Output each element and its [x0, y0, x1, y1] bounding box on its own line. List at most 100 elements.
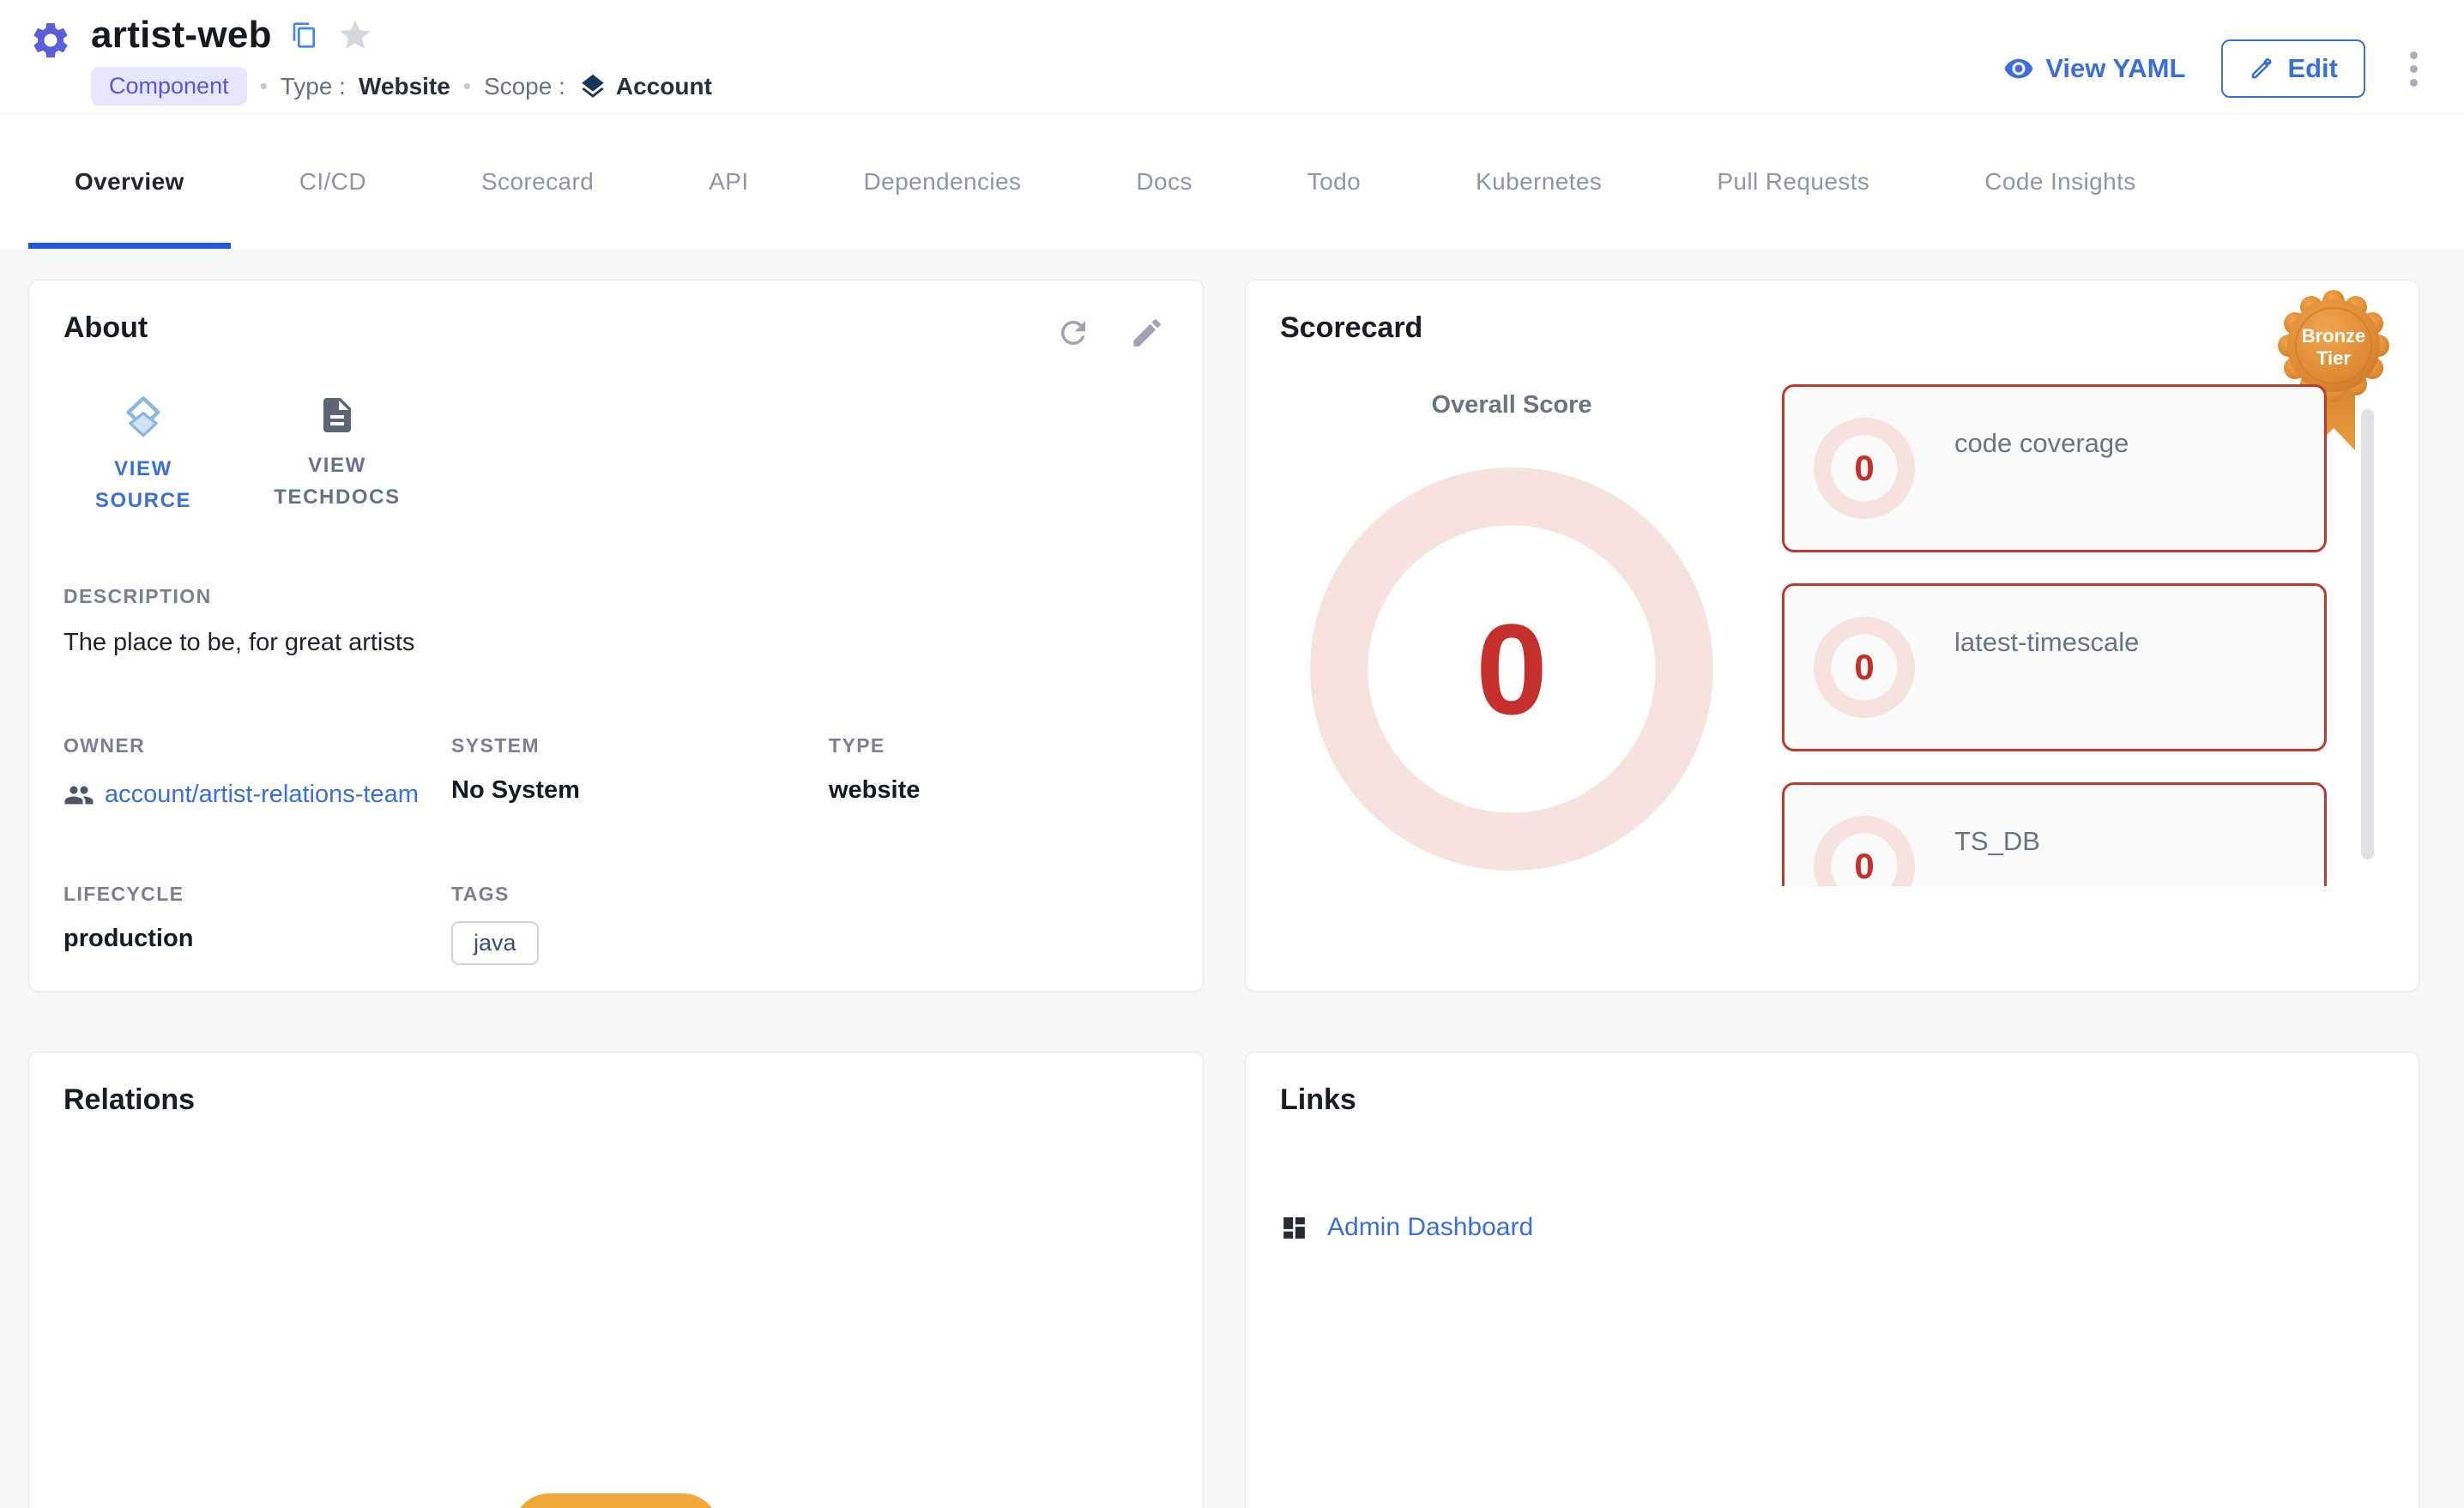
about-quick-links: VIEW SOURCE VIEW TECHDOCS: [63, 395, 1169, 516]
score-value: 0: [1854, 846, 1874, 886]
overview-content: About VIEW SOURCE VIEW TECHDOCS: [0, 249, 2464, 1508]
scorecard-items-panel: 0 code coverage 0 latest-timescale 0: [1782, 384, 2327, 886]
links-card: Links Admin Dashboard: [1245, 1052, 2419, 1508]
description-value: The place to be, for great artists: [63, 629, 1169, 657]
component-gear-icon: [29, 19, 72, 62]
tag-chip-java[interactable]: java: [451, 921, 539, 965]
edit-button[interactable]: Edit: [2221, 39, 2365, 98]
system-value: No System: [451, 776, 829, 805]
pencil-icon: [2249, 56, 2274, 81]
score-value: 0: [1854, 647, 1874, 688]
tier-badge-line2: Tier: [2316, 347, 2351, 369]
tab-todo[interactable]: Todo: [1261, 114, 1407, 249]
edit-button-label: Edit: [2287, 53, 2338, 84]
scope-value-wrap: Account: [578, 72, 712, 101]
relations-action-button[interactable]: [513, 1493, 719, 1508]
type-value: Website: [359, 73, 450, 100]
score-ring: 0: [1814, 418, 1915, 519]
description-field: DESCRIPTION The place to be, for great a…: [63, 585, 1169, 657]
view-techdocs-link[interactable]: VIEW TECHDOCS: [257, 395, 417, 516]
about-card: About VIEW SOURCE VIEW TECHDOCS: [28, 280, 1204, 992]
group-icon: [63, 780, 94, 811]
separator-dot: •: [260, 73, 268, 100]
scorecard-title: Scorecard: [1280, 311, 2384, 345]
tags-field: TAGS java: [451, 883, 829, 965]
view-techdocs-label: VIEW TECHDOCS: [257, 449, 417, 513]
type-label: Type :: [281, 73, 346, 100]
entity-meta: Component • Type : Website • Scope : Acc…: [91, 67, 712, 106]
score-value: 0: [1854, 448, 1874, 489]
lifecycle-field: LIFECYCLE production: [63, 883, 451, 965]
score-name: code coverage: [1954, 428, 2129, 459]
more-options-menu-icon[interactable]: [2401, 43, 2426, 95]
scorecard-items-list[interactable]: 0 code coverage 0 latest-timescale 0: [1782, 384, 2327, 886]
view-yaml-label: View YAML: [2045, 53, 2185, 84]
view-yaml-link[interactable]: View YAML: [2003, 53, 2185, 84]
tab-overview[interactable]: Overview: [28, 114, 231, 249]
about-title: About: [63, 311, 1169, 345]
external-link-row[interactable]: Admin Dashboard: [1280, 1213, 2384, 1242]
eye-icon: [2003, 53, 2034, 84]
overall-score-value: 0: [1476, 595, 1547, 744]
score-ring: 0: [1814, 617, 1915, 718]
tab-api[interactable]: API: [662, 114, 794, 249]
tab-docs[interactable]: Docs: [1090, 114, 1238, 249]
system-field: SYSTEM No System: [451, 734, 829, 814]
tier-badge-line1: Bronze: [2302, 325, 2366, 347]
links-title: Links: [1280, 1083, 2384, 1117]
relations-card: Relations: [28, 1052, 1204, 1508]
scorecard-item[interactable]: 0 code coverage: [1782, 384, 2327, 552]
score-ring: 0: [1814, 816, 1915, 886]
relations-title: Relations: [63, 1083, 1169, 1117]
overall-score-label: Overall Score: [1280, 391, 1743, 419]
owner-field: OWNER account/artist-relations-team: [63, 734, 451, 814]
dashboard-icon: [1280, 1214, 1308, 1242]
scorecard-item[interactable]: 0 TS_DB: [1782, 782, 2327, 886]
favorite-star-icon[interactable]: [337, 17, 373, 53]
system-label: SYSTEM: [451, 734, 829, 757]
entity-title-block: artist-web Component • Type : Website • …: [91, 14, 712, 106]
scorecard-card: Scorecard Bronze Tier: [1245, 280, 2419, 992]
header-actions: View YAML Edit: [2003, 39, 2426, 98]
view-source-link[interactable]: VIEW SOURCE: [63, 395, 223, 516]
kind-badge: Component: [91, 67, 247, 106]
type-field: TYPE website: [829, 734, 1169, 814]
scorecard-content: Overall Score 0 0 code coverage 0: [1280, 384, 2384, 886]
source-code-icon: [121, 395, 166, 439]
entity-identity: artist-web Component • Type : Website • …: [29, 14, 712, 106]
scorecard-scrollbar[interactable]: [2361, 409, 2374, 860]
owner-label: OWNER: [63, 734, 451, 757]
about-card-actions: [1055, 315, 1165, 351]
tab-pull-requests[interactable]: Pull Requests: [1670, 114, 1916, 249]
admin-dashboard-link[interactable]: Admin Dashboard: [1327, 1213, 1533, 1242]
scorecard-item[interactable]: 0 latest-timescale: [1782, 583, 2327, 751]
owner-value-link[interactable]: account/artist-relations-team: [105, 776, 441, 814]
type-field-label: TYPE: [829, 734, 1169, 757]
score-name: latest-timescale: [1954, 627, 2139, 658]
copy-icon[interactable]: [291, 21, 318, 49]
techdocs-document-icon: [317, 395, 358, 436]
separator-dot: •: [463, 73, 471, 100]
about-fields-grid: OWNER account/artist-relations-team SYST…: [63, 734, 1169, 965]
tab-code-insights[interactable]: Code Insights: [1938, 114, 2182, 249]
tab-dependencies[interactable]: Dependencies: [818, 114, 1068, 249]
tags-label: TAGS: [451, 883, 829, 906]
scope-label: Scope :: [484, 73, 565, 100]
score-name: TS_DB: [1954, 826, 2040, 857]
tab-cicd[interactable]: CI/CD: [253, 114, 413, 249]
entity-header: artist-web Component • Type : Website • …: [0, 0, 2464, 113]
refresh-icon[interactable]: [1055, 315, 1091, 351]
tab-scorecard[interactable]: Scorecard: [435, 114, 640, 249]
overall-score-panel: Overall Score 0: [1280, 384, 1743, 886]
lifecycle-value: production: [63, 925, 451, 953]
page-title: artist-web: [91, 14, 272, 57]
description-label: DESCRIPTION: [63, 585, 1169, 608]
tab-kubernetes[interactable]: Kubernetes: [1429, 114, 1648, 249]
type-field-value: website: [829, 776, 1169, 805]
edit-about-icon[interactable]: [1129, 315, 1165, 351]
overall-score-gauge: 0: [1310, 467, 1713, 871]
view-source-label: VIEW SOURCE: [63, 453, 223, 516]
layers-icon: [578, 72, 607, 101]
scope-value: Account: [616, 73, 712, 100]
lifecycle-label: LIFECYCLE: [63, 883, 451, 906]
